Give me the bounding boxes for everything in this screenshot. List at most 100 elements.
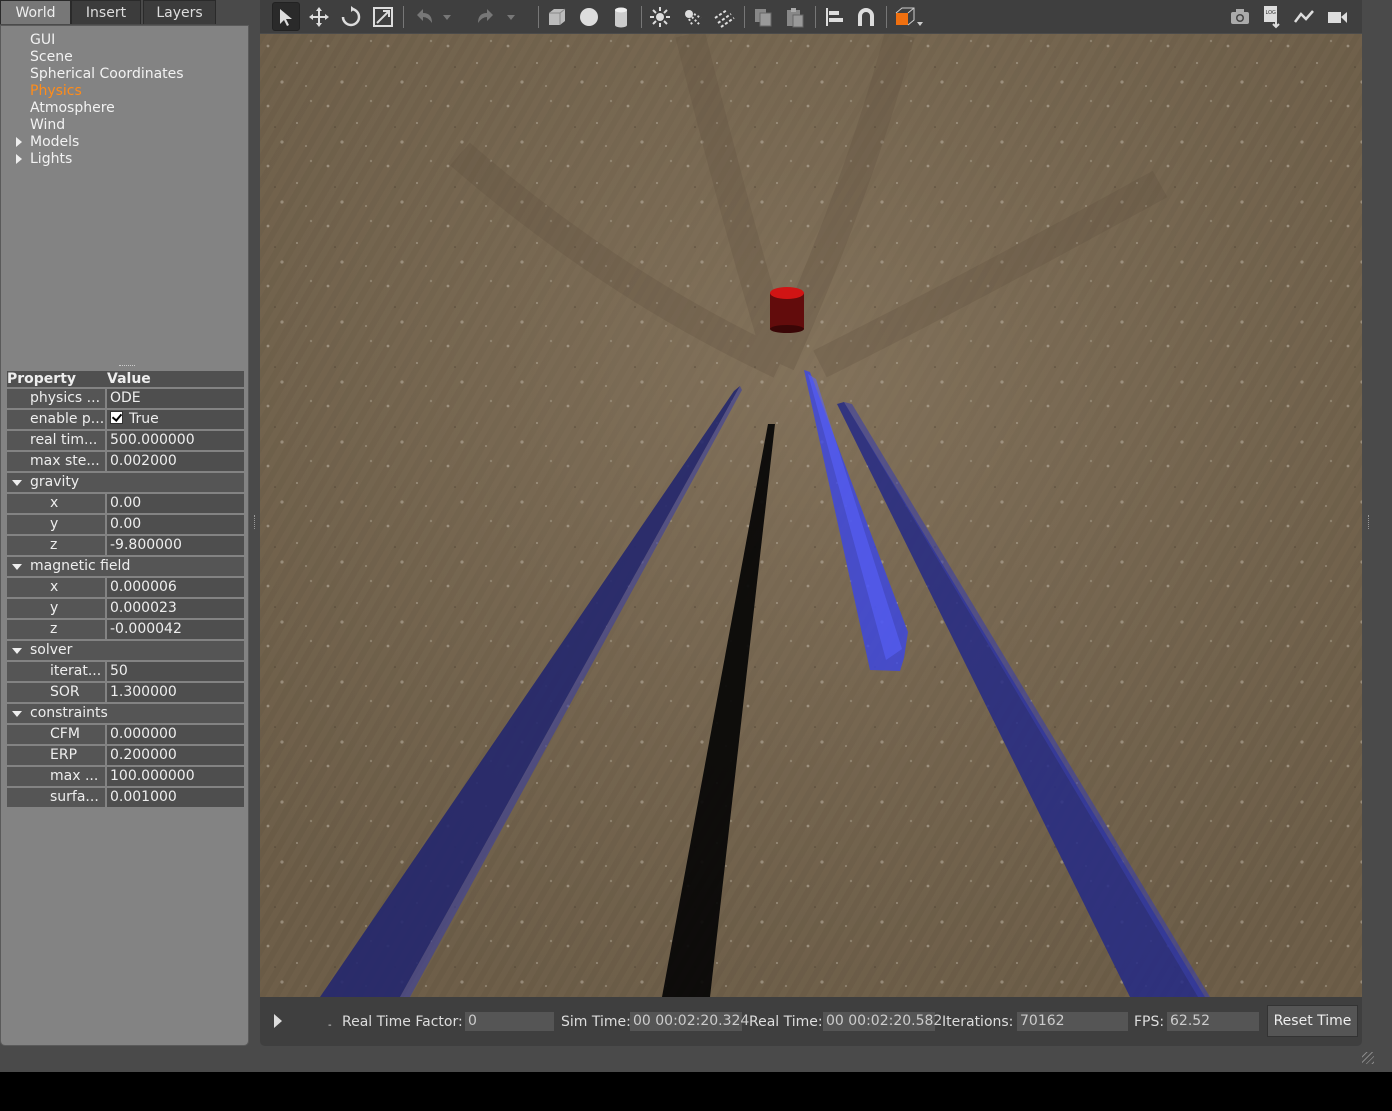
property-value[interactable]: ODE [107, 389, 244, 408]
property-group-gravity[interactable]: gravity [7, 471, 244, 492]
tree-item-wind[interactable]: Wind [1, 117, 246, 134]
window-resize-grip[interactable] [1362, 1052, 1374, 1064]
spot-light-icon[interactable] [678, 2, 706, 31]
property-value[interactable]: True [107, 410, 244, 429]
redo-icon[interactable] [472, 2, 500, 31]
property-key: x [50, 495, 59, 511]
tree-item-atmosphere[interactable]: Atmosphere [1, 100, 246, 117]
box-shape-icon[interactable] [543, 2, 571, 31]
property-row: CFM 0.000000 [7, 723, 244, 744]
tree-item-physics[interactable]: Physics [1, 83, 246, 100]
property-row: surfa... 0.001000 [7, 786, 244, 807]
tree-item-gui[interactable]: GUI [1, 32, 246, 49]
undo-dropdown-icon[interactable] [440, 2, 454, 31]
world-tree: GUI Scene Spherical Coordinates Physics Atmo… [1, 32, 246, 168]
reset-time-button[interactable]: Reset Time [1267, 1005, 1358, 1037]
property-value[interactable]: 0.000006 [107, 578, 244, 597]
expand-arrow-icon[interactable] [16, 137, 22, 147]
rotate-icon[interactable] [337, 2, 365, 31]
tree-item-label: Spherical Coordinates [30, 66, 184, 82]
tree-item-lights[interactable]: Lights [1, 151, 246, 168]
real-time-factor-label: Real Time Factor: [342, 1014, 463, 1030]
property-group-label: solver [30, 642, 73, 658]
undo-icon[interactable] [410, 2, 438, 31]
property-row: y 0.000023 [7, 597, 244, 618]
property-value[interactable]: 0.000000 [107, 725, 244, 744]
record-video-icon[interactable] [1323, 2, 1351, 31]
expand-arrow-icon[interactable] [16, 154, 22, 164]
property-row: ERP 0.200000 [7, 744, 244, 765]
panel-splitter[interactable] [119, 365, 135, 368]
property-key: max ... [50, 768, 99, 784]
snap-icon[interactable] [852, 2, 880, 31]
redo-dropdown-icon[interactable] [504, 2, 518, 31]
align-icon[interactable] [820, 2, 848, 31]
point-light-icon[interactable] [646, 2, 674, 31]
property-value[interactable]: 1.300000 [107, 683, 244, 702]
tree-item-spherical-coordinates[interactable]: Spherical Coordinates [1, 66, 246, 83]
real-time-factor-value: 0 [465, 1012, 554, 1031]
property-group-constraints[interactable]: constraints [7, 702, 244, 723]
scene-viewport[interactable] [260, 34, 1362, 997]
left-splitter-handle[interactable] [254, 515, 257, 529]
main-toolbar: LOG [260, 0, 1362, 33]
tab-layers[interactable]: Layers [143, 0, 216, 24]
real-time-label: Real Time: [749, 1014, 823, 1030]
property-group-label: constraints [30, 705, 108, 721]
right-splitter-handle[interactable] [1368, 515, 1371, 529]
property-value[interactable]: 0.00 [107, 494, 244, 513]
property-key: surfa... [50, 789, 99, 805]
property-group-solver[interactable]: solver [7, 639, 244, 660]
property-value[interactable]: -9.800000 [107, 536, 244, 555]
property-row: y 0.00 [7, 513, 244, 534]
property-value[interactable]: 100.000000 [107, 767, 244, 786]
property-row: x 0.000006 [7, 576, 244, 597]
select-arrow-icon[interactable] [272, 2, 300, 31]
tab-world[interactable]: World [0, 0, 71, 24]
property-row: max ste... 0.002000 [7, 450, 244, 471]
property-table-header: Property Value [7, 371, 244, 387]
directional-light-icon[interactable] [710, 2, 738, 31]
view-angle-icon[interactable] [891, 2, 927, 31]
translate-icon[interactable] [305, 2, 333, 31]
property-value[interactable]: 50 [107, 662, 244, 681]
copy-icon[interactable] [749, 2, 777, 31]
tree-item-models[interactable]: Models [1, 134, 246, 151]
property-value[interactable]: 0.00 [107, 515, 244, 534]
property-row: SOR 1.300000 [7, 681, 244, 702]
tab-insert[interactable]: Insert [71, 0, 141, 24]
property-value[interactable]: 0.200000 [107, 746, 244, 765]
sphere-shape-icon[interactable] [575, 2, 603, 31]
log-icon[interactable]: LOG [1258, 2, 1286, 31]
property-key: CFM [50, 726, 80, 742]
property-group-label: gravity [30, 474, 80, 490]
value-column-header: Value [107, 371, 151, 387]
checkbox[interactable] [110, 411, 123, 424]
tree-item-scene[interactable]: Scene [1, 49, 246, 66]
property-key: y [50, 516, 59, 532]
checkbox-label: True [129, 411, 159, 427]
tree-item-label: Physics [30, 83, 82, 99]
red-cylinder-target[interactable] [770, 287, 804, 333]
property-key: real tim... [30, 432, 98, 448]
property-key: max ste... [30, 453, 100, 469]
scale-icon[interactable] [369, 2, 397, 31]
paste-icon[interactable] [781, 2, 809, 31]
step-indicator: - [328, 1020, 332, 1031]
time-panel: - Real Time Factor: 0 Sim Time: 00 00:02… [260, 997, 1362, 1046]
plot-icon[interactable] [1290, 2, 1318, 31]
real-time-value: 00 00:02:20.582 [823, 1012, 942, 1031]
property-row: real tim... 500.000000 [7, 429, 244, 450]
property-value[interactable]: 500.000000 [107, 431, 244, 450]
property-value[interactable]: 0.000023 [107, 599, 244, 618]
property-value[interactable]: 0.001000 [107, 788, 244, 807]
cylinder-shape-icon[interactable] [607, 2, 635, 31]
property-value[interactable]: 0.002000 [107, 452, 244, 471]
screenshot-icon[interactable] [1226, 2, 1254, 31]
tree-item-label: Lights [30, 151, 73, 167]
play-icon[interactable] [274, 1014, 282, 1028]
property-group-magnetic-field[interactable]: magnetic field [7, 555, 244, 576]
tree-item-label: Wind [30, 117, 66, 133]
toolbar-separator [403, 6, 404, 28]
property-value[interactable]: -0.000042 [107, 620, 244, 639]
